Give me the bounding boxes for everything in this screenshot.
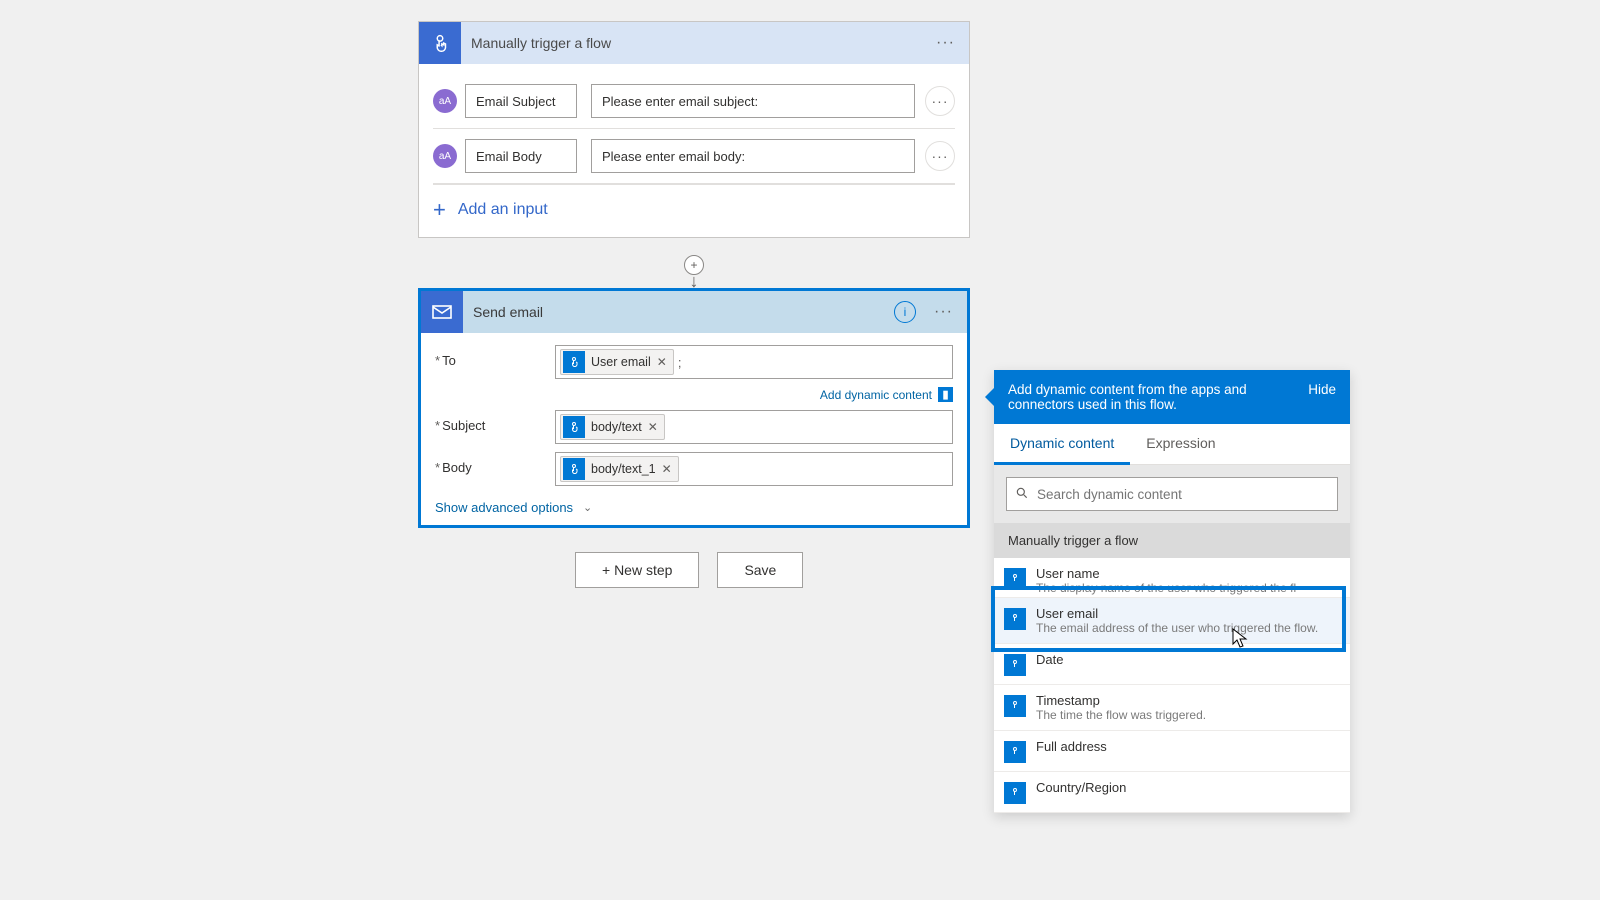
text-type-icon: aA (433, 144, 457, 168)
trigger-input-row: aA Email Body Please enter email body: ·… (433, 129, 955, 184)
field-label-subject: Subject (435, 410, 555, 433)
input-row-menu[interactable]: ··· (925, 86, 955, 116)
plus-icon: + (433, 197, 446, 223)
flow-icon (563, 416, 585, 438)
token-remove-icon[interactable]: ✕ (662, 462, 672, 476)
dynamic-items-list[interactable]: User name The display name of the user w… (994, 558, 1350, 813)
add-input-label: Add an input (458, 201, 548, 219)
token-label: User email (591, 355, 651, 369)
action-header[interactable]: Send email i ··· (421, 291, 967, 333)
dc-item-user-email[interactable]: User email The email address of the user… (994, 598, 1350, 644)
param-value-input[interactable]: Please enter email body: (591, 139, 915, 173)
arrow-down-icon: ↓ (690, 275, 699, 287)
panel-tabs: Dynamic content Expression (994, 424, 1350, 465)
dc-item-timestamp[interactable]: Timestamp The time the flow was triggere… (994, 685, 1350, 731)
lightning-icon: ▮ (938, 387, 953, 402)
flow-icon (563, 458, 585, 480)
param-name-input[interactable]: Email Body (465, 139, 577, 173)
hide-link[interactable]: Hide (1308, 382, 1336, 397)
flow-icon (1004, 654, 1026, 676)
flow-icon (1004, 741, 1026, 763)
bottom-buttons: + New step Save (575, 552, 803, 588)
token-body-text-1[interactable]: body/text_1 ✕ (560, 456, 679, 482)
section-header: Manually trigger a flow (994, 523, 1350, 558)
panel-header-text: Add dynamic content from the apps and co… (1008, 382, 1288, 412)
body-input[interactable]: body/text_1 ✕ (555, 452, 953, 486)
search-icon (1015, 486, 1029, 503)
input-row-menu[interactable]: ··· (925, 141, 955, 171)
save-button[interactable]: Save (717, 552, 803, 588)
field-label-to: To (435, 345, 555, 368)
tab-expression[interactable]: Expression (1130, 424, 1231, 464)
dynamic-content-panel: Add dynamic content from the apps and co… (994, 370, 1350, 813)
dc-item-date[interactable]: Date (994, 644, 1350, 685)
token-label: body/text_1 (591, 462, 656, 476)
token-remove-icon[interactable]: ✕ (648, 420, 658, 434)
search-box[interactable] (1006, 477, 1338, 511)
info-icon[interactable]: i (894, 301, 916, 323)
token-user-email[interactable]: User email ✕ (560, 349, 674, 375)
trigger-card: Manually trigger a flow ··· aA Email Sub… (418, 21, 970, 238)
field-label-body: Body (435, 452, 555, 475)
flow-icon (563, 351, 585, 373)
separator: ; (678, 355, 682, 370)
trigger-title: Manually trigger a flow (471, 35, 611, 51)
param-name-input[interactable]: Email Subject (465, 84, 577, 118)
field-row-body: Body body/text_1 ✕ (435, 452, 953, 486)
flow-icon (1004, 608, 1026, 630)
trigger-menu-button[interactable]: ··· (936, 34, 955, 52)
mail-icon (421, 291, 463, 333)
connector: + ↓ (684, 255, 704, 287)
add-input-button[interactable]: + Add an input (433, 184, 955, 227)
tab-dynamic-content[interactable]: Dynamic content (994, 424, 1130, 465)
token-body-text[interactable]: body/text ✕ (560, 414, 665, 440)
dc-item-country-region[interactable]: Country/Region (994, 772, 1350, 813)
to-input[interactable]: User email ✕ ; (555, 345, 953, 379)
new-step-button[interactable]: + New step (575, 552, 699, 588)
show-advanced-link[interactable]: Show advanced options ⌄ (435, 494, 953, 515)
trigger-input-row: aA Email Subject Please enter email subj… (433, 74, 955, 129)
text-type-icon: aA (433, 89, 457, 113)
dc-item-user-name[interactable]: User name The display name of the user w… (994, 558, 1350, 598)
flow-icon (1004, 568, 1026, 590)
panel-caret-icon (985, 388, 994, 406)
action-menu-button[interactable]: ··· (934, 303, 953, 321)
action-card: Send email i ··· To User email ✕ (418, 288, 970, 528)
trigger-header[interactable]: Manually trigger a flow ··· (419, 22, 969, 64)
touch-icon (419, 22, 461, 64)
subject-input[interactable]: body/text ✕ (555, 410, 953, 444)
chevron-down-icon: ⌄ (583, 501, 592, 514)
field-row-subject: Subject body/text ✕ (435, 410, 953, 444)
field-row-to: To User email ✕ ; (435, 345, 953, 379)
add-dynamic-content-link[interactable]: Add dynamic content ▮ (555, 387, 953, 402)
dc-item-full-address[interactable]: Full address (994, 731, 1350, 772)
param-value-input[interactable]: Please enter email subject: (591, 84, 915, 118)
action-title: Send email (473, 304, 543, 320)
panel-header: Add dynamic content from the apps and co… (994, 370, 1350, 424)
flow-icon (1004, 695, 1026, 717)
search-input[interactable] (1037, 487, 1329, 502)
token-label: body/text (591, 420, 642, 434)
flow-icon (1004, 782, 1026, 804)
token-remove-icon[interactable]: ✕ (657, 355, 667, 369)
